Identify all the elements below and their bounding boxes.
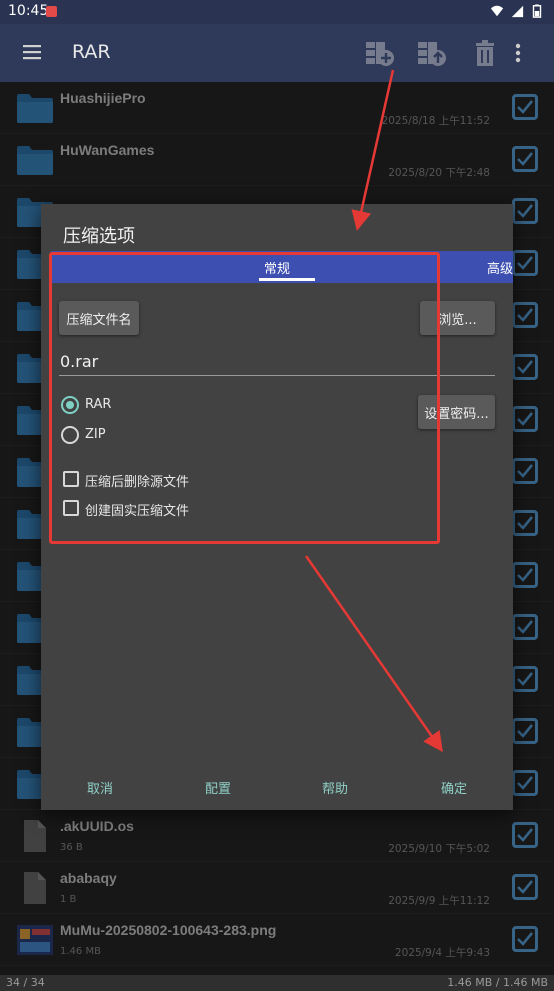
battery-icon [532,4,542,18]
menu-icon[interactable] [22,42,42,62]
ok-button[interactable]: 确定 [441,778,467,797]
annotation-highlight-box [49,252,440,544]
clock: 10:45 [8,3,49,19]
cancel-button[interactable]: 取消 [87,778,113,797]
extract-icon[interactable] [416,38,448,68]
wifi-icon [490,5,504,17]
app-bar: RAR [0,24,554,82]
app-title: RAR [72,41,111,63]
more-options-icon[interactable] [512,38,524,68]
notification-icon [46,6,57,17]
delete-icon[interactable] [469,38,501,68]
selection-size: 1.46 MB / 1.46 MB [447,976,548,989]
profiles-button[interactable]: 配置 [205,778,231,797]
signal-icon [511,5,524,18]
dialog-title: 压缩选项 [63,226,135,247]
item-count: 34 / 34 [6,976,45,989]
status-icons [490,4,544,18]
footer-status: 34 / 34 1.46 MB / 1.46 MB [0,975,554,991]
status-bar: 10:45 [0,0,554,24]
help-button[interactable]: 帮助 [322,778,348,797]
add-to-archive-icon[interactable] [364,38,396,68]
tab-advanced[interactable]: 高级 [487,258,513,277]
